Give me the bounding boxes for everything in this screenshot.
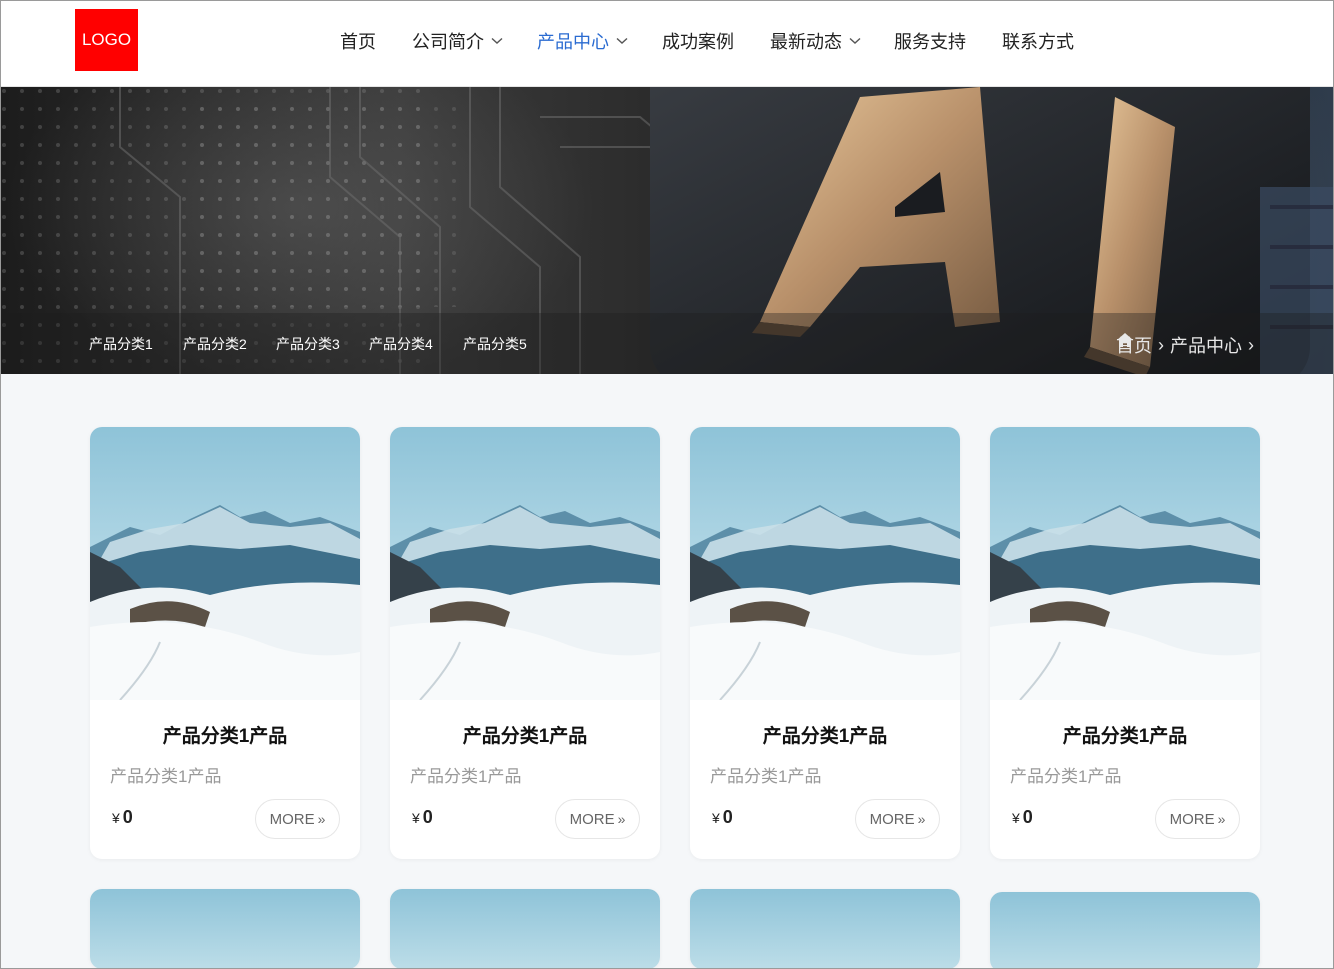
product-image [390,427,660,700]
price-value: 0 [722,807,733,827]
main-nav: 首页 公司简介 产品中心 成功案例 最新动态 服务支持 联系方式 [0,0,1334,80]
nav-item-news[interactable]: 最新动态 [770,28,861,54]
more-button[interactable]: MORE » [255,799,340,839]
double-chevron-right-icon: » [1217,811,1226,827]
product-image-wrap[interactable] [690,427,960,700]
product-card[interactable] [690,889,960,969]
product-image [690,427,960,700]
nav-item-label: 服务支持 [894,32,966,52]
nav-item-label: 成功案例 [662,32,734,52]
currency-symbol: ¥ [412,810,420,826]
product-image-wrap[interactable] [990,427,1260,700]
product-card[interactable]: 产品分类1产品 产品分类1产品 ¥ 0 MORE » [690,427,960,859]
category-link-5[interactable]: 产品分类5 [463,334,527,354]
double-chevron-right-icon: » [317,811,326,827]
category-link-2[interactable]: 产品分类2 [183,334,247,354]
product-price: ¥ 0 [1012,807,1033,828]
nav-item-label: 产品中心 [537,32,609,52]
price-value: 0 [122,807,133,827]
product-price: ¥ 0 [412,807,433,828]
breadcrumb-current[interactable]: 产品中心 [1170,332,1242,358]
chevron-down-icon [491,37,503,44]
page-banner: 产品分类1 产品分类2 产品分类3 产品分类4 产品分类5 首页 › 产品中心 … [0,87,1334,374]
breadcrumb-separator: › [1248,334,1254,355]
nav-item-label: 首页 [340,32,376,52]
more-button[interactable]: MORE » [855,799,940,839]
price-value: 0 [1022,807,1033,827]
double-chevron-right-icon: » [617,811,626,827]
currency-symbol: ¥ [112,810,120,826]
product-card[interactable] [990,892,1260,969]
product-title[interactable]: 产品分类1产品 [90,721,360,748]
product-card[interactable] [390,889,660,969]
product-card[interactable]: 产品分类1产品 产品分类1产品 ¥ 0 MORE » [390,427,660,859]
more-label: MORE [569,810,615,828]
double-chevron-right-icon: » [917,811,926,827]
price-value: 0 [422,807,433,827]
product-price: ¥ 0 [112,807,133,828]
product-card[interactable] [90,889,360,969]
nav-item-contact[interactable]: 联系方式 [1002,28,1074,54]
product-desc: 产品分类1产品 [1010,767,1122,786]
nav-item-products[interactable]: 产品中心 [537,28,628,54]
nav-item-label: 联系方式 [1002,32,1074,52]
nav-item-home[interactable]: 首页 [340,28,376,54]
product-image-wrap[interactable] [990,892,1260,969]
product-card[interactable]: 产品分类1产品 产品分类1产品 ¥ 0 MORE » [990,427,1260,859]
nav-item-label: 最新动态 [770,32,842,52]
category-link-1[interactable]: 产品分类1 [89,334,153,354]
more-label: MORE [269,810,315,828]
product-image-wrap[interactable] [90,427,360,700]
chevron-down-icon [616,37,628,44]
breadcrumb-separator: › [1158,334,1164,355]
product-image-wrap[interactable] [390,889,660,969]
category-link-3[interactable]: 产品分类3 [276,334,340,354]
home-icon [1117,333,1133,347]
nav-item-support[interactable]: 服务支持 [894,28,966,54]
nav-item-label: 公司简介 [412,32,484,52]
nav-item-cases[interactable]: 成功案例 [662,28,734,54]
more-button[interactable]: MORE » [555,799,640,839]
product-image-wrap[interactable] [90,889,360,969]
chevron-down-icon [849,37,861,44]
product-image [990,427,1260,700]
product-title[interactable]: 产品分类1产品 [390,721,660,748]
product-desc: 产品分类1产品 [110,767,222,786]
product-title[interactable]: 产品分类1产品 [690,721,960,748]
nav-item-about[interactable]: 公司简介 [412,28,503,54]
product-desc: 产品分类1产品 [710,767,822,786]
product-price: ¥ 0 [712,807,733,828]
product-image-wrap[interactable] [390,427,660,700]
product-image [90,427,360,700]
more-button[interactable]: MORE » [1155,799,1240,839]
breadcrumb: 首页 › 产品中心 › [1116,332,1254,358]
currency-symbol: ¥ [1012,810,1020,826]
site-header: LOGO 首页 公司简介 产品中心 成功案例 最新动态 服务支持 联系方式 [0,0,1334,87]
more-label: MORE [1169,810,1215,828]
product-desc: 产品分类1产品 [410,767,522,786]
category-link-4[interactable]: 产品分类4 [369,334,433,354]
currency-symbol: ¥ [712,810,720,826]
product-image-wrap[interactable] [690,889,960,969]
more-label: MORE [869,810,915,828]
product-card[interactable]: 产品分类1产品 产品分类1产品 ¥ 0 MORE » [90,427,360,859]
product-title[interactable]: 产品分类1产品 [990,721,1260,748]
